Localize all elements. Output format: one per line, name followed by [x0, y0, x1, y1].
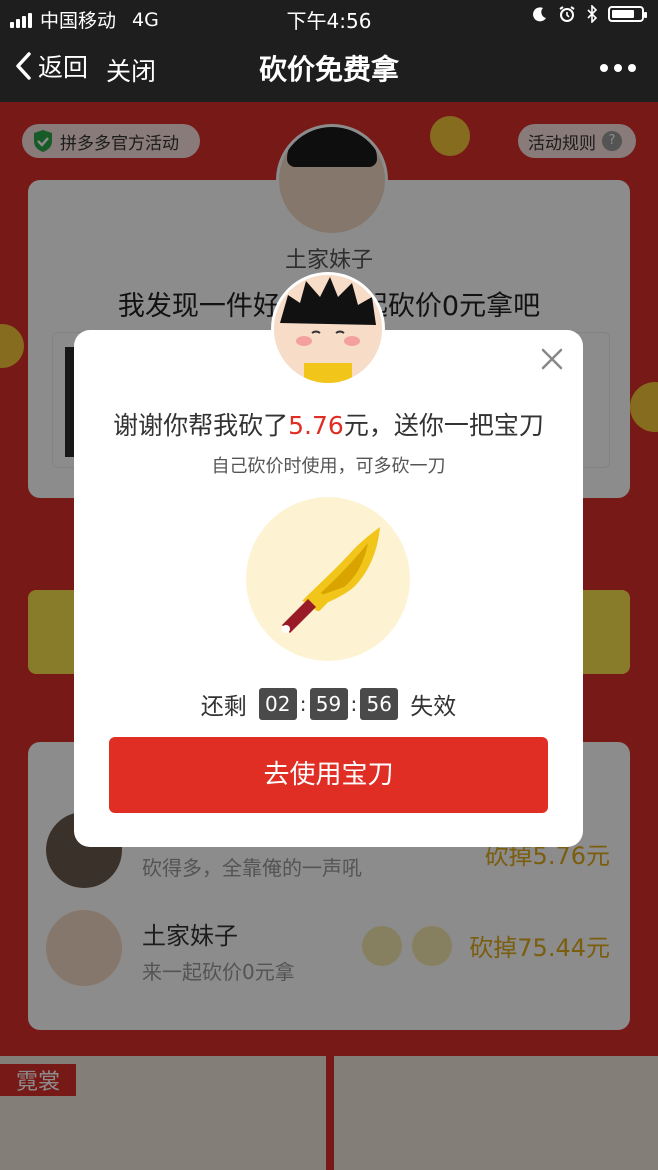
timer-suffix: 失效 [410, 694, 457, 720]
dialog-title-prefix: 谢谢你帮我砍了 [113, 411, 289, 440]
close-icon[interactable] [541, 348, 563, 370]
moon-icon [533, 7, 546, 22]
timer-minutes: 59 [309, 688, 348, 720]
nav-bar: 返回 关闭 砍价免费拿 [0, 34, 658, 102]
treasure-knife-badge [246, 497, 410, 661]
dialog-title-suffix: 元，送你一把宝刀 [343, 411, 544, 440]
timer-colon: : [350, 692, 358, 716]
dialog-subtitle: 自己砍价时使用，可多砍一刀 [211, 456, 446, 477]
alarm-icon [559, 6, 575, 22]
more-icon[interactable] [600, 64, 636, 72]
status-bar: 中国移动 4G 下午4:56 [0, 0, 658, 34]
timer-colon: : [299, 692, 307, 716]
use-knife-button[interactable]: 去使用宝刀 [109, 737, 548, 813]
knife-icon [282, 527, 380, 633]
dialog-title: 谢谢你帮我砍了5.76元，送你一把宝刀 [74, 406, 583, 442]
page-title: 砍价免费拿 [258, 53, 399, 86]
timer-hours: 02 [258, 688, 297, 720]
reward-dialog: 谢谢你帮我砍了5.76元，送你一把宝刀 自己砍价时使用，可多砍一刀 还剩 02 … [74, 330, 583, 847]
timer-seconds: 56 [360, 688, 399, 720]
countdown-timer: 还剩 02 : 59 : 56 失效 [74, 687, 583, 721]
bluetooth-icon [587, 5, 598, 23]
bargain-amount: 5.76 [288, 411, 344, 440]
timer-prefix: 还剩 [200, 694, 247, 720]
avatar-face [274, 275, 382, 383]
status-right [532, 5, 647, 23]
dialog-avatar [271, 272, 385, 386]
battery-icon [608, 6, 647, 22]
